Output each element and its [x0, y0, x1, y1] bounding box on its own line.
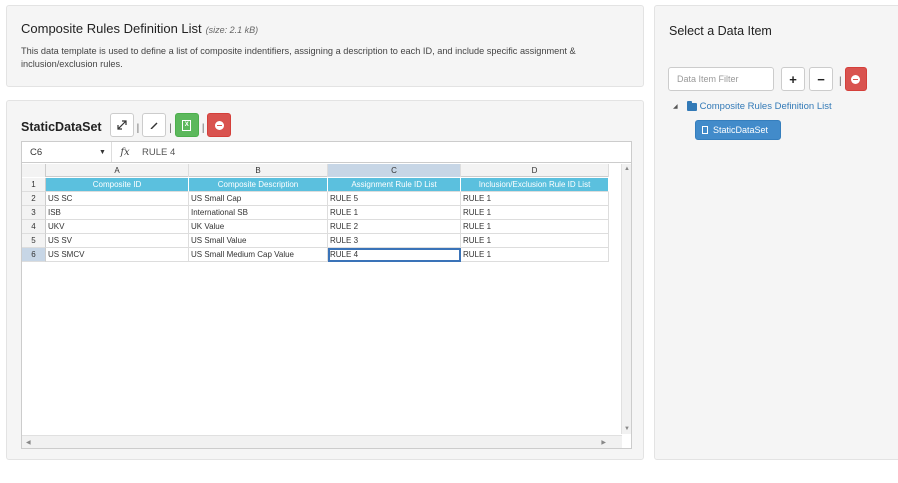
formula-bar: C6 ▼ fx RULE 4	[22, 142, 631, 163]
panel-title: Select a Data Item	[669, 24, 772, 38]
active-cell[interactable]: RULE 4	[328, 248, 461, 262]
delete-dataset-button[interactable]	[207, 113, 232, 137]
chevron-down-icon[interactable]: ▼	[94, 142, 112, 162]
cell-reference-box[interactable]: C6	[22, 142, 94, 162]
table-cell[interactable]: US SV	[46, 234, 189, 248]
table-cell[interactable]: RULE 1	[461, 220, 609, 234]
minus-circle-icon	[851, 74, 861, 84]
table-row: 6 US SMCV US Small Medium Cap Value RULE…	[22, 248, 609, 262]
row-number[interactable]: 6	[22, 248, 46, 262]
sheet-grid[interactable]: A B C D 1 Composite ID Composite Descrip…	[22, 164, 622, 434]
table-cell[interactable]: RULE 1	[461, 192, 609, 206]
table-cell[interactable]: RULE 1	[461, 206, 609, 220]
toolbar-separator: |	[201, 122, 205, 134]
table-cell[interactable]: RULE 2	[328, 220, 461, 234]
delete-item-button[interactable]	[844, 67, 867, 91]
table-header-cell[interactable]: Composite ID	[46, 178, 189, 192]
scroll-down-icon[interactable]: ▼	[624, 426, 630, 432]
scroll-left-icon[interactable]: ◀	[26, 439, 31, 446]
table-cell[interactable]: RULE 1	[461, 248, 609, 262]
minus-circle-icon	[214, 120, 224, 130]
scroll-up-icon[interactable]: ▲	[624, 166, 630, 172]
filter-toolbar: + − |	[668, 67, 867, 91]
row-number[interactable]: 2	[22, 192, 46, 206]
table-cell[interactable]: RULE 5	[328, 192, 461, 206]
spreadsheet[interactable]: C6 ▼ fx RULE 4 A B C D 1 Composite ID Co…	[21, 141, 632, 449]
folder-icon	[686, 100, 697, 111]
table-cell[interactable]: International SB	[189, 206, 328, 220]
excel-icon: X	[182, 119, 192, 131]
column-header-row: A B C D	[22, 164, 609, 177]
dataset-toolbar: StaticDataSet | | X |	[21, 113, 232, 137]
table-row: 4 UKV UK Value RULE 2 RULE 1	[22, 220, 609, 234]
vertical-scrollbar[interactable]: ▲ ▼	[621, 164, 631, 434]
formula-input[interactable]: RULE 4	[138, 147, 175, 158]
page-title: Composite Rules Definition List	[21, 21, 202, 36]
edit-button[interactable]	[142, 113, 167, 137]
toolbar-separator: |	[169, 122, 172, 134]
table-cell[interactable]: UKV	[46, 220, 189, 234]
dataset-title: StaticDataSet	[21, 120, 102, 134]
table-row: 5 US SV US Small Value RULE 3 RULE 1	[22, 234, 609, 248]
table-cell[interactable]: US Small Medium Cap Value	[189, 248, 328, 262]
row-number[interactable]: 4	[22, 220, 46, 234]
caret-down-icon[interactable]: ◢	[673, 103, 678, 110]
tree-node-label[interactable]: Composite Rules Definition List	[700, 101, 832, 112]
template-info-panel: Composite Rules Definition List (size: 2.…	[6, 5, 644, 87]
data-item-tree: ◢ Composite Rules Definition List Static…	[673, 100, 832, 140]
tree-node-static-dataset[interactable]: StaticDataSet	[695, 120, 781, 140]
table-cell[interactable]: RULE 1	[461, 234, 609, 248]
data-item-filter-input[interactable]	[668, 67, 774, 91]
horizontal-scrollbar[interactable]: ◀ ▶	[22, 435, 622, 448]
table-cell[interactable]: UK Value	[189, 220, 328, 234]
document-icon	[702, 126, 708, 134]
template-description: This data template is used to define a l…	[21, 46, 576, 69]
function-icon: fx	[120, 146, 130, 158]
column-header-a[interactable]: A	[46, 164, 189, 177]
table-row: 3 ISB International SB RULE 1 RULE 1	[22, 206, 609, 220]
table-header-cell[interactable]: Composite Description	[189, 178, 328, 192]
row-number[interactable]: 3	[22, 206, 46, 220]
table-cell[interactable]: RULE 1	[328, 206, 461, 220]
column-header-d[interactable]: D	[461, 164, 609, 177]
row-number[interactable]: 1	[22, 178, 46, 192]
table-cell[interactable]: ISB	[46, 206, 189, 220]
data-item-panel: Select a Data Item + − | ◢ Composite Rul…	[654, 5, 898, 460]
select-all-corner[interactable]	[22, 164, 46, 177]
file-size-label: (size: 2.1 kB)	[205, 25, 259, 35]
tree-leaf-label: StaticDataSet	[713, 125, 769, 135]
pencil-icon	[150, 122, 158, 129]
table-cell[interactable]: US Small Cap	[189, 192, 328, 206]
table-header-cell[interactable]: Inclusion/Exclusion Rule ID List	[461, 178, 609, 192]
add-item-button[interactable]: +	[781, 67, 805, 91]
column-header-c[interactable]: C	[328, 164, 461, 177]
expand-button[interactable]	[109, 113, 134, 137]
table-cell[interactable]: US SMCV	[46, 248, 189, 262]
table-cell[interactable]: RULE 3	[328, 234, 461, 248]
table-header-cell[interactable]: Assignment Rule ID List	[328, 178, 461, 192]
table-cell[interactable]: US Small Value	[189, 234, 328, 248]
scroll-right-icon[interactable]: ▶	[601, 439, 606, 446]
table-cell[interactable]: US SC	[46, 192, 189, 206]
toolbar-separator: |	[136, 122, 140, 134]
table-row: 2 US SC US Small Cap RULE 5 RULE 1	[22, 192, 609, 206]
row-number[interactable]: 5	[22, 234, 46, 248]
expand-icon	[116, 120, 127, 130]
remove-item-button[interactable]: −	[809, 67, 833, 91]
toolbar-separator: |	[839, 75, 842, 87]
table-header-row: 1 Composite ID Composite Description Ass…	[22, 178, 609, 192]
column-header-b[interactable]: B	[189, 164, 328, 177]
dataset-panel: StaticDataSet | | X | C6 ▼ fx RULE 4 A B	[6, 100, 644, 460]
tree-node-composite-rules[interactable]: ◢ Composite Rules Definition List	[673, 100, 832, 112]
export-excel-button[interactable]: X	[174, 113, 199, 137]
